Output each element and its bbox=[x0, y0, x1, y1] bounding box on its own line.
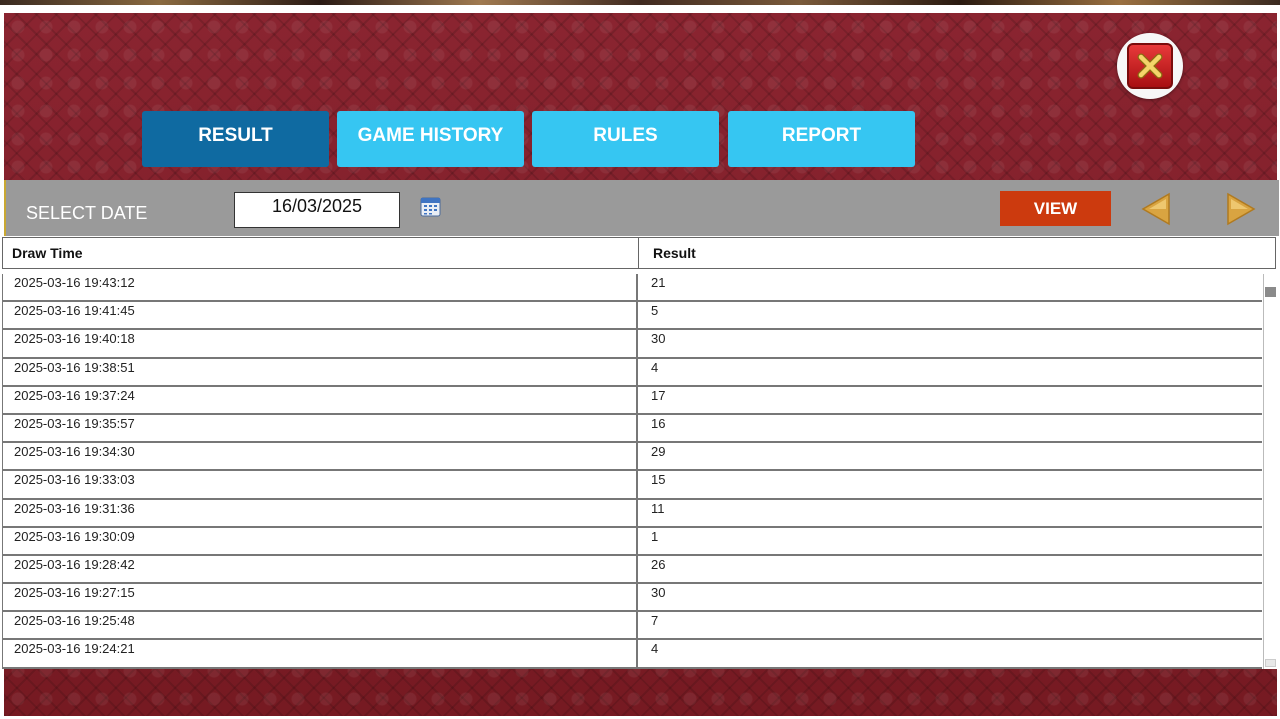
table-row[interactable]: 2025-03-16 19:24:21 4 bbox=[2, 640, 1262, 669]
column-divider bbox=[636, 330, 638, 359]
column-divider bbox=[636, 443, 638, 472]
results-table: Draw Time Result 2025-03-16 19:43:12 21 20… bbox=[2, 236, 1278, 669]
cell-result: 16 bbox=[651, 415, 666, 431]
column-divider bbox=[636, 612, 638, 641]
column-divider bbox=[636, 584, 638, 613]
view-button-label: VIEW bbox=[1033, 198, 1078, 218]
close-button[interactable] bbox=[1117, 33, 1183, 99]
table-row[interactable]: 2025-03-16 19:28:42 26 bbox=[2, 555, 1262, 585]
cell-draw-time: 2025-03-16 19:34:30 bbox=[14, 444, 135, 460]
table-row[interactable]: 2025-03-16 19:27:15 30 bbox=[2, 584, 1262, 613]
table-row[interactable]: 2025-03-16 19:33:03 15 bbox=[2, 471, 1262, 500]
select-date-label: SELECT DATE bbox=[26, 203, 148, 223]
tab-game-history[interactable]: GAME HISTORY bbox=[337, 111, 524, 167]
prev-button[interactable] bbox=[1139, 191, 1173, 227]
top-decorative-strip bbox=[0, 0, 1280, 5]
column-divider bbox=[636, 555, 638, 585]
next-button[interactable] bbox=[1224, 191, 1258, 227]
column-divider bbox=[636, 414, 638, 444]
column-header-draw-time: Draw Time bbox=[12, 245, 83, 261]
table-row[interactable]: 2025-03-16 19:25:48 7 bbox=[2, 612, 1262, 641]
column-divider bbox=[636, 527, 638, 556]
cell-result: 7 bbox=[651, 613, 659, 629]
cell-draw-time: 2025-03-16 19:33:03 bbox=[14, 472, 135, 488]
cell-result: 30 bbox=[651, 331, 666, 347]
column-divider bbox=[636, 302, 638, 331]
cell-draw-time: 2025-03-16 19:27:15 bbox=[14, 585, 135, 601]
column-divider bbox=[636, 274, 638, 303]
scrollbar[interactable] bbox=[1263, 274, 1277, 669]
cell-draw-time: 2025-03-16 19:38:51 bbox=[14, 359, 135, 375]
cell-result: 21 bbox=[651, 275, 666, 290]
table-row[interactable]: 2025-03-16 19:37:24 17 bbox=[2, 386, 1262, 415]
cell-draw-time: 2025-03-16 19:35:57 bbox=[14, 415, 135, 431]
tab-label: REPORT bbox=[781, 125, 862, 146]
table-header: Draw Time Result bbox=[2, 237, 1276, 269]
cell-result: 15 bbox=[651, 472, 666, 488]
cell-result: 30 bbox=[651, 585, 666, 601]
tab-label: RESULT bbox=[198, 125, 273, 146]
table-row[interactable]: 2025-03-16 19:40:18 30 bbox=[2, 330, 1262, 359]
cell-result: 11 bbox=[651, 500, 665, 516]
cell-draw-time: 2025-03-16 19:24:21 bbox=[14, 641, 135, 657]
cell-draw-time: 2025-03-16 19:25:48 bbox=[14, 613, 135, 629]
table-body: 2025-03-16 19:43:12 21 2025-03-16 19:41:45… bbox=[2, 274, 1262, 669]
close-icon bbox=[1127, 43, 1173, 89]
column-divider bbox=[636, 640, 638, 669]
cell-draw-time: 2025-03-16 19:31:36 bbox=[14, 500, 135, 516]
table-row[interactable]: 2025-03-16 19:30:09 1 bbox=[2, 527, 1262, 556]
view-button[interactable]: VIEW bbox=[1000, 191, 1111, 226]
scrollbar-down-button[interactable] bbox=[1265, 659, 1276, 667]
tab-label: RULES bbox=[593, 125, 658, 146]
cell-result: 4 bbox=[651, 359, 659, 375]
tab-result[interactable]: RESULT bbox=[142, 111, 329, 167]
cell-result: 4 bbox=[651, 641, 659, 657]
column-divider bbox=[636, 471, 638, 500]
cell-draw-time: 2025-03-16 19:41:45 bbox=[14, 303, 135, 319]
cell-draw-time: 2025-03-16 19:40:18 bbox=[14, 331, 135, 347]
column-header-result: Result bbox=[653, 245, 696, 261]
table-row[interactable]: 2025-03-16 19:43:12 21 bbox=[2, 274, 1262, 303]
column-divider bbox=[636, 499, 638, 528]
table-row[interactable]: 2025-03-16 19:35:57 16 bbox=[2, 414, 1262, 444]
date-input[interactable] bbox=[234, 192, 400, 228]
calendar-icon[interactable] bbox=[420, 196, 441, 217]
column-divider bbox=[636, 358, 638, 387]
table-row[interactable]: 2025-03-16 19:41:45 5 bbox=[2, 302, 1262, 331]
cell-result: 29 bbox=[651, 444, 666, 460]
cell-result: 17 bbox=[651, 387, 666, 403]
column-divider bbox=[636, 386, 638, 415]
cell-draw-time: 2025-03-16 19:28:42 bbox=[14, 556, 135, 572]
cell-draw-time: 2025-03-16 19:30:09 bbox=[14, 528, 135, 544]
cell-result: 5 bbox=[651, 303, 659, 319]
tab-rules[interactable]: RULES bbox=[532, 111, 719, 167]
scrollbar-thumb[interactable] bbox=[1265, 287, 1276, 297]
arrow-left-icon bbox=[1141, 192, 1170, 226]
filter-toolbar: SELECT DATE VIEW bbox=[4, 180, 1279, 236]
table-row[interactable]: 2025-03-16 19:34:30 29 bbox=[2, 443, 1262, 472]
cell-draw-time: 2025-03-16 19:43:12 bbox=[14, 275, 135, 290]
cell-result: 1 bbox=[651, 528, 659, 544]
arrow-right-icon bbox=[1227, 192, 1256, 226]
table-row[interactable]: 2025-03-16 19:38:51 4 bbox=[2, 358, 1262, 387]
tab-report[interactable]: REPORT bbox=[728, 111, 915, 167]
table-row[interactable]: 2025-03-16 19:31:36 11 bbox=[2, 499, 1262, 528]
cell-draw-time: 2025-03-16 19:37:24 bbox=[14, 387, 135, 403]
tab-label: GAME HISTORY bbox=[357, 125, 504, 146]
column-divider bbox=[638, 238, 639, 268]
cell-result: 26 bbox=[651, 556, 666, 572]
